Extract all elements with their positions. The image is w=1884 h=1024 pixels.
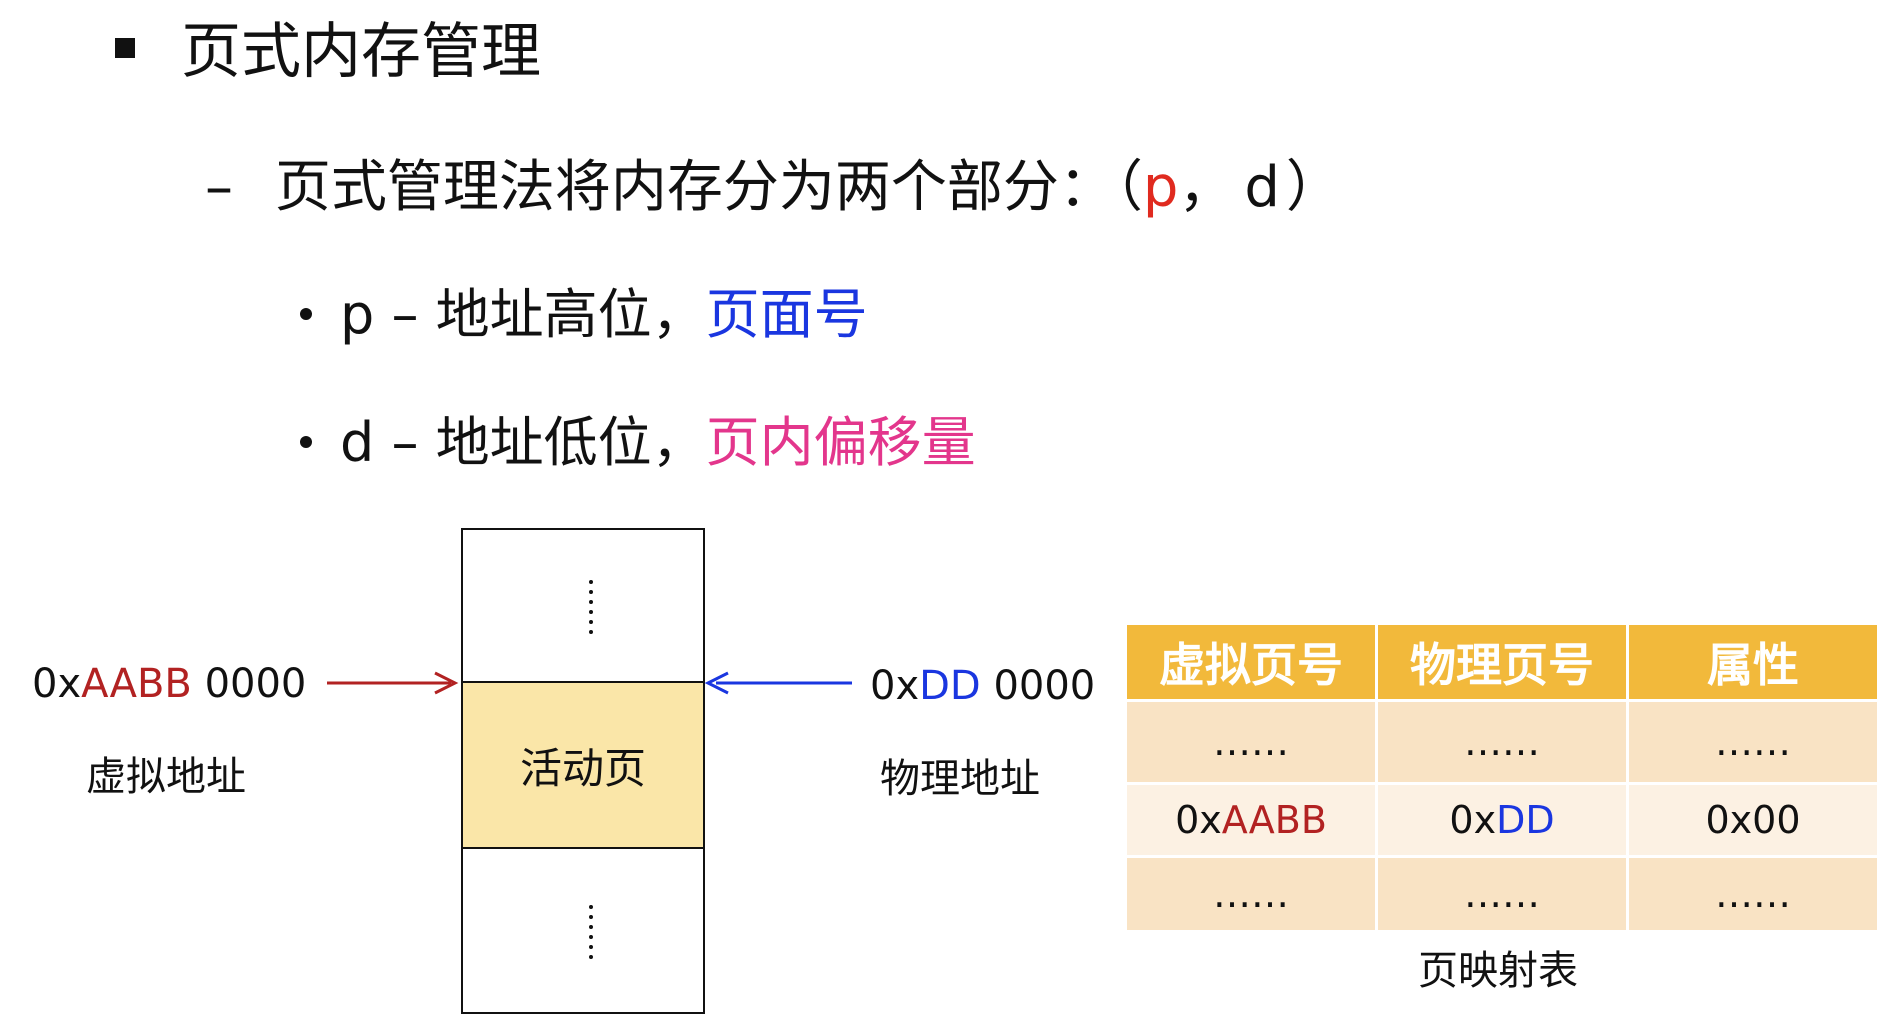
table-row: …… …… ……	[1124, 855, 1880, 933]
virtual-address-value: 0xAABB 0000	[32, 659, 306, 709]
physical-offset: 0000	[980, 663, 1096, 709]
header-physical-page: 物理页号	[1375, 622, 1629, 702]
bullet-page-offset: d – 地址低位，页内偏移量	[300, 408, 976, 478]
header-virtual-page: 虚拟页号	[1124, 622, 1378, 702]
virtual-offset: 0000	[191, 661, 307, 707]
physical-address-arrow	[704, 671, 852, 695]
bullet-p-lead: p – 地址高位，	[340, 283, 706, 346]
table-cell: ……	[1626, 855, 1880, 933]
page-title: 页式内存管理	[181, 17, 541, 87]
bullet-d-highlight: 页内偏移量	[705, 411, 976, 474]
bullet-p-highlight: 页面号	[705, 283, 868, 346]
table-row: 0xAABB 0xDD 0x00	[1124, 782, 1880, 858]
table-cell-virtual: 0xAABB	[1124, 782, 1378, 858]
header-attribute: 属性	[1626, 622, 1880, 702]
physical-page-number: DD	[919, 663, 981, 709]
subpoint-text: 页式管理法将内存分为两个部分：（	[274, 155, 1143, 220]
d-symbol: d	[1244, 155, 1280, 220]
virtual-address-label: 虚拟地址	[86, 754, 246, 800]
vertical-ellipsis-icon	[588, 905, 594, 965]
cell-p-page: DD	[1496, 798, 1555, 842]
bullet-d-lead: d – 地址低位，	[340, 411, 706, 474]
bullet-dot-icon	[300, 436, 312, 449]
cell-p-prefix: 0x	[1449, 798, 1497, 842]
virtual-address-arrow	[327, 671, 459, 695]
table-cell: ……	[1375, 855, 1629, 933]
virtual-prefix: 0x	[32, 661, 82, 707]
subpoint-line: – 页式管理法将内存分为两个部分：（p， d）	[205, 150, 1342, 226]
table-caption: 页映射表	[1418, 948, 1578, 994]
table-cell: ……	[1626, 699, 1880, 785]
dash-marker: –	[205, 155, 233, 220]
table-row: …… …… ……	[1124, 699, 1880, 785]
table-cell-attribute: 0x00	[1626, 782, 1880, 858]
table-header-row: 虚拟页号 物理页号 属性	[1124, 622, 1880, 702]
table-cell: ……	[1124, 855, 1378, 933]
comma: ，	[1178, 155, 1235, 220]
physical-address-value: 0xDD 0000	[870, 661, 1095, 711]
square-bullet-icon	[115, 38, 135, 58]
virtual-page-number: AABB	[81, 661, 192, 707]
close-paren: ）	[1285, 155, 1342, 220]
bullet-dot-icon	[300, 308, 312, 321]
active-page-label: 活动页	[519, 743, 646, 793]
vertical-ellipsis-icon	[588, 580, 594, 640]
p-symbol: p	[1142, 155, 1179, 220]
table-cell: ……	[1124, 699, 1378, 785]
cell-v-prefix: 0x	[1175, 798, 1222, 842]
table-cell-physical: 0xDD	[1375, 782, 1629, 858]
bullet-page-number: p – 地址高位，页面号	[300, 280, 868, 350]
page-table: 虚拟页号 物理页号 属性 …… …… …… 0xAABB 0xDD 0x00 ……	[1124, 622, 1880, 933]
physical-prefix: 0x	[870, 663, 920, 709]
table-cell: ……	[1375, 699, 1629, 785]
active-page-block: 活动页	[461, 681, 705, 849]
physical-address-label: 物理地址	[880, 756, 1040, 802]
cell-v-page: AABB	[1221, 798, 1327, 842]
